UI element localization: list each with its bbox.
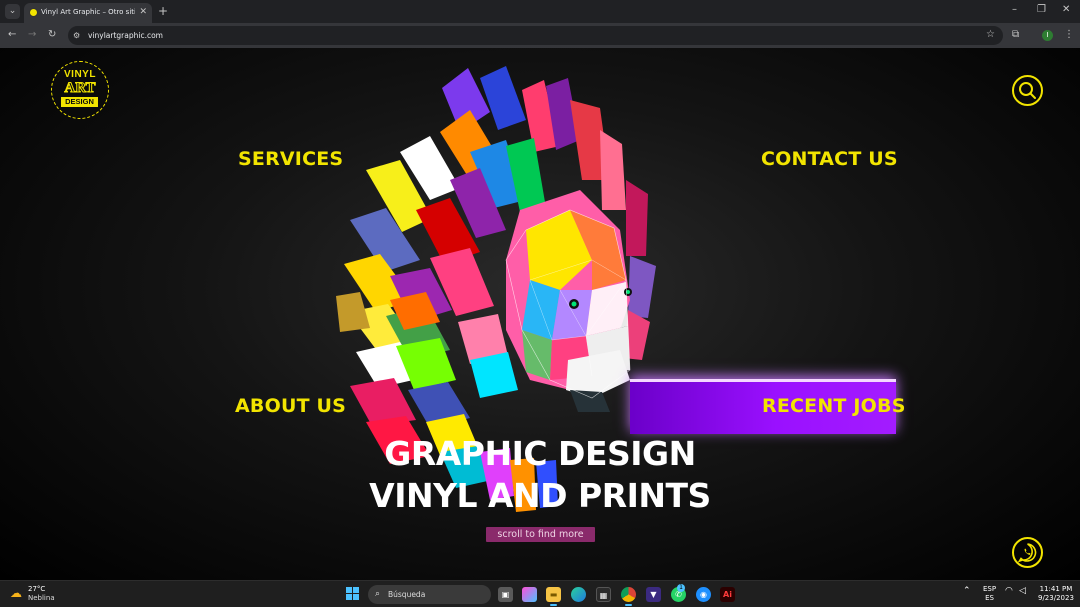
taskbar-search-box[interactable]: ⌕ Búsqueda: [368, 585, 491, 604]
weather-fog-icon[interactable]: ☁: [10, 586, 22, 600]
whatsapp-button[interactable]: [1012, 537, 1043, 568]
address-url: vinylartgraphic.com: [88, 31, 163, 40]
microsoft-store-icon[interactable]: ▦: [596, 587, 611, 602]
windows-taskbar: ☁ 27°C Neblina ⌕ Búsqueda ▣ ▬ ▦ ▼ ✆ 1 ◉ …: [0, 580, 1080, 607]
language-region: ES: [985, 594, 994, 602]
search-icon: [1019, 82, 1036, 99]
clock[interactable]: 11:41 PM 9/23/2023: [1038, 585, 1074, 603]
whatsapp-notification-badge: 1: [677, 584, 685, 592]
restore-icon[interactable]: ❐: [1037, 2, 1046, 18]
nav-recent-jobs-link[interactable]: RECENT JOBS: [762, 395, 906, 417]
back-arrow-icon[interactable]: ←: [8, 28, 16, 42]
minimize-icon[interactable]: –: [1012, 2, 1017, 18]
forward-arrow-icon[interactable]: →: [28, 28, 36, 42]
adobe-illustrator-icon[interactable]: Ai: [720, 587, 735, 602]
scroll-hint[interactable]: scroll to find more: [486, 527, 595, 542]
profile-avatar[interactable]: I: [1042, 30, 1053, 41]
nav-services-link[interactable]: SERVICES: [238, 148, 343, 170]
extensions-puzzle-icon[interactable]: ⧉: [1012, 28, 1019, 42]
proton-vpn-icon[interactable]: ▼: [646, 587, 661, 602]
app-blue-circle-icon[interactable]: ◉: [696, 587, 711, 602]
site-favicon-icon: [29, 8, 38, 17]
logo-line2: ART: [64, 80, 96, 97]
search-icon: ⌕: [375, 589, 381, 599]
tray-chevron-up-icon[interactable]: ⌃: [963, 587, 971, 596]
site-info-icon[interactable]: ⚙: [73, 29, 80, 42]
wifi-icon[interactable]: ◠: [1005, 587, 1013, 596]
new-tab-plus-icon[interactable]: +: [158, 3, 168, 19]
menu-kebab-icon[interactable]: ⋮: [1064, 28, 1074, 42]
hero-title-line1: GRAPHIC DESIGN: [384, 434, 696, 473]
clock-time: 11:41 PM: [1039, 585, 1073, 593]
logo-line3: DESIGN: [61, 97, 98, 107]
nav-contact-link[interactable]: CONTACT US: [761, 148, 898, 170]
address-bar[interactable]: ⚙ vinylartgraphic.com ☆: [68, 26, 1003, 45]
browser-tab[interactable]: Vinyl Art Graphic – Otro sitio r... ✕: [24, 3, 152, 23]
clock-date: 9/23/2023: [1038, 594, 1074, 602]
nav-about-link[interactable]: ABOUT US: [235, 395, 346, 417]
language-code: ESP: [983, 585, 997, 593]
task-view-icon[interactable]: ▣: [498, 587, 513, 602]
tab-title: Vinyl Art Graphic – Otro sitio r...: [41, 8, 135, 16]
language-indicator[interactable]: ESP ES: [983, 585, 996, 603]
reload-icon[interactable]: ↻: [48, 28, 56, 42]
bookmark-star-icon[interactable]: ☆: [986, 28, 995, 42]
tab-close-icon[interactable]: ✕: [139, 6, 147, 18]
chrome-icon[interactable]: [621, 587, 636, 606]
window-close-icon[interactable]: ✕: [1062, 2, 1070, 18]
logo-line1: VINYL: [64, 69, 96, 80]
browser-toolbar: ← → ↻ ⚙ vinylartgraphic.com ☆ ⧉ ⋮: [0, 23, 1080, 48]
weather-description[interactable]: Neblina: [28, 594, 55, 603]
edge-icon[interactable]: [571, 587, 586, 602]
vinyl-art-design-logo[interactable]: VINYL ART DESIGN: [51, 61, 109, 119]
search-button[interactable]: [1012, 75, 1043, 106]
hero-title-line2: VINYL AND PRINTS: [369, 476, 711, 515]
website-page: VINYL ART DESIGN SERVICES CONTACT US ABO…: [0, 48, 1080, 580]
file-explorer-icon[interactable]: ▬: [546, 587, 561, 606]
volume-icon[interactable]: ◁: [1019, 587, 1026, 596]
whatsapp-icon: [1017, 543, 1037, 563]
browser-tabstrip: ⌄ Vinyl Art Graphic – Otro sitio r... ✕ …: [0, 0, 1080, 23]
taskbar-search-placeholder: Búsqueda: [388, 590, 426, 599]
weather-temperature[interactable]: 27°C: [28, 585, 45, 594]
tab-search-chevron-icon[interactable]: ⌄: [5, 4, 20, 19]
windows-start-icon[interactable]: [346, 587, 360, 601]
copilot-icon[interactable]: [522, 587, 537, 602]
